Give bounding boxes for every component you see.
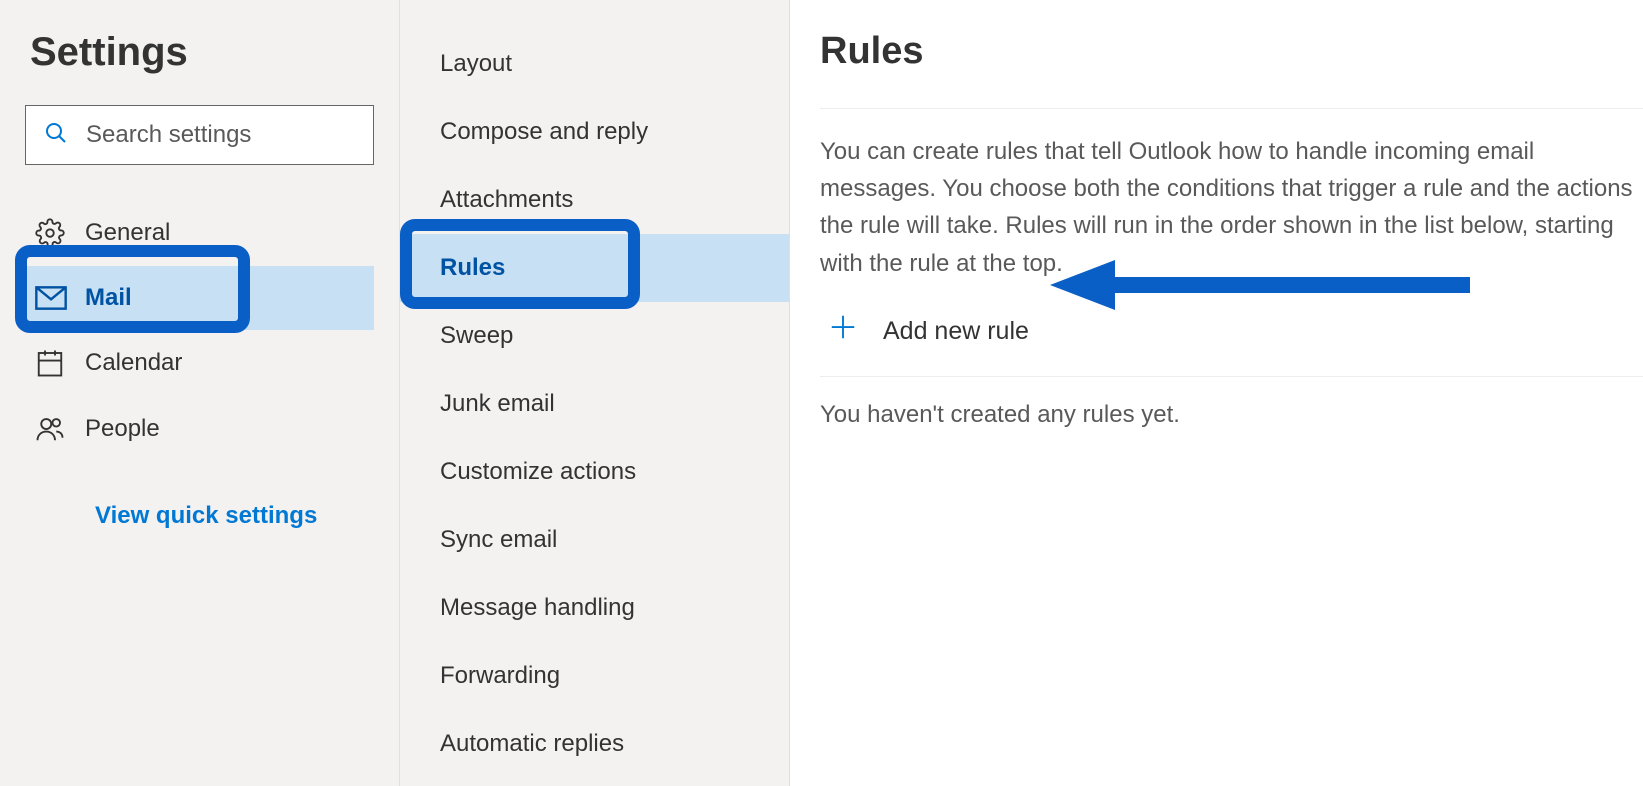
nav-item-calendar[interactable]: Calendar bbox=[25, 330, 374, 396]
nav-item-mail[interactable]: Mail bbox=[25, 266, 374, 330]
sub-item-compose[interactable]: Compose and reply bbox=[400, 98, 789, 166]
people-icon bbox=[35, 414, 85, 444]
sub-item-sync[interactable]: Sync email bbox=[400, 506, 789, 574]
rules-pane: Rules You can create rules that tell Out… bbox=[790, 0, 1643, 786]
view-quick-settings-link[interactable]: View quick settings bbox=[25, 502, 374, 530]
empty-rules-text: You haven't created any rules yet. bbox=[820, 401, 1643, 429]
calendar-icon bbox=[35, 348, 85, 378]
add-new-rule-button[interactable]: Add new rule bbox=[820, 312, 1643, 377]
sub-item-auto-replies[interactable]: Automatic replies bbox=[400, 710, 789, 778]
rules-title: Rules bbox=[820, 30, 1643, 109]
search-settings-field[interactable] bbox=[25, 105, 374, 165]
mail-submenu: Layout Compose and reply Attachments Rul… bbox=[400, 0, 790, 786]
nav-label: General bbox=[85, 219, 170, 247]
nav-label: Mail bbox=[85, 284, 132, 312]
sub-item-attachments[interactable]: Attachments bbox=[400, 166, 789, 234]
sub-item-sweep[interactable]: Sweep bbox=[400, 302, 789, 370]
plus-icon bbox=[828, 312, 858, 351]
nav-label: Calendar bbox=[85, 349, 182, 377]
sub-item-rules[interactable]: Rules bbox=[400, 234, 789, 302]
sub-item-layout[interactable]: Layout bbox=[400, 30, 789, 98]
sub-item-forwarding[interactable]: Forwarding bbox=[400, 642, 789, 710]
search-icon bbox=[44, 121, 68, 150]
sub-item-message-handling[interactable]: Message handling bbox=[400, 574, 789, 642]
nav-label: People bbox=[85, 415, 160, 443]
sub-item-customize[interactable]: Customize actions bbox=[400, 438, 789, 506]
sub-item-junk[interactable]: Junk email bbox=[400, 370, 789, 438]
settings-sidebar: Settings General Mail bbox=[0, 0, 400, 786]
add-new-rule-label: Add new rule bbox=[883, 317, 1029, 346]
nav-item-general[interactable]: General bbox=[25, 200, 374, 266]
mail-icon bbox=[35, 286, 85, 310]
rules-description: You can create rules that tell Outlook h… bbox=[820, 133, 1643, 282]
settings-title: Settings bbox=[25, 30, 374, 75]
search-input[interactable] bbox=[86, 121, 396, 149]
nav-item-people[interactable]: People bbox=[25, 396, 374, 462]
gear-icon bbox=[35, 218, 85, 248]
